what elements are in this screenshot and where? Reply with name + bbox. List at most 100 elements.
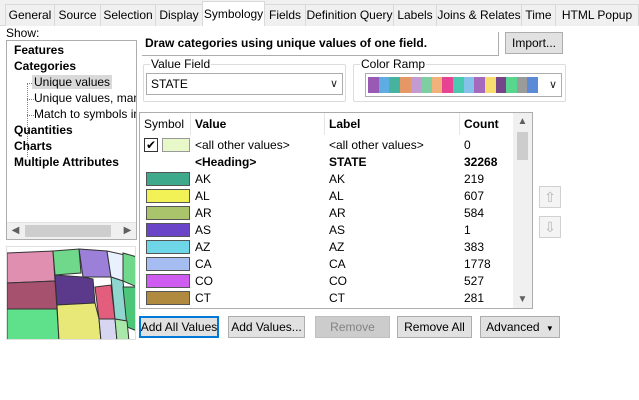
color-ramp-swatch: [495, 77, 507, 93]
value-field-dropdown[interactable]: STATE ∨: [146, 73, 343, 95]
move-down-button[interactable]: ⇩: [539, 216, 561, 238]
symbol-swatch[interactable]: [162, 138, 190, 152]
row-label: AR: [329, 206, 346, 220]
tab-fields[interactable]: Fields: [264, 4, 306, 26]
tree-connector: [27, 115, 34, 116]
advanced-label: Advanced: [486, 320, 540, 334]
column-header-count[interactable]: Count: [460, 113, 512, 135]
row-value: AL: [195, 189, 210, 203]
tab-html-popup[interactable]: HTML Popup: [555, 4, 639, 26]
tree-item-match-to-symbols[interactable]: Match to symbols in a: [34, 107, 136, 121]
color-ramp-swatch: [421, 77, 433, 93]
table-vertical-scrollbar[interactable]: ▲ ▼: [513, 113, 532, 308]
tree-horizontal-scrollbar[interactable]: ◀ ▶: [7, 222, 136, 239]
renderer-tree[interactable]: Features Categories Unique values Unique…: [6, 40, 137, 240]
row-count: 1: [464, 223, 471, 237]
scroll-down-icon[interactable]: ▼: [513, 291, 532, 308]
color-ramp-swatch: [474, 77, 486, 93]
chevron-down-icon[interactable]: ∨: [330, 74, 338, 94]
symbol-swatch[interactable]: [146, 240, 190, 254]
color-ramp-swatch: [431, 77, 443, 93]
scrollbar-thumb[interactable]: [517, 132, 528, 160]
table-row[interactable]: <Heading> STATE 32268: [140, 154, 512, 171]
tab-display[interactable]: Display: [155, 4, 203, 26]
row-value: AZ: [195, 240, 211, 254]
scrollbar-thumb[interactable]: [25, 225, 111, 237]
values-table[interactable]: Symbol Value Label Count ✔ <all other val…: [139, 112, 533, 309]
scroll-left-icon[interactable]: ◀: [7, 223, 24, 239]
scroll-right-icon[interactable]: ▶: [119, 223, 136, 239]
tab-source[interactable]: Source: [54, 4, 101, 26]
renderer-preview-map: [6, 246, 136, 340]
arrow-up-icon: ⇧: [544, 189, 556, 205]
row-label: CO: [329, 274, 347, 288]
tree-item-unique-values-many[interactable]: Unique values, many: [34, 91, 136, 105]
symbol-swatch[interactable]: [146, 206, 190, 220]
arrow-down-icon: ⇩: [544, 219, 556, 235]
table-row[interactable]: CA CA 1778: [140, 256, 512, 273]
row-value: CT: [195, 291, 211, 305]
table-row[interactable]: AZ AZ 383: [140, 239, 512, 256]
tree-item-quantities[interactable]: Quantities: [14, 123, 73, 137]
color-ramp-swatch: [442, 77, 454, 93]
row-count: 527: [464, 274, 485, 288]
show-label: Show:: [6, 26, 40, 40]
color-ramp-swatch: [463, 77, 475, 93]
add-all-values-button[interactable]: Add All Values: [139, 316, 219, 338]
symbol-swatch[interactable]: [146, 189, 190, 203]
tree-item-unique-values[interactable]: Unique values: [32, 75, 113, 89]
tab-joins-relates[interactable]: Joins & Relates: [436, 4, 522, 26]
tree-item-features[interactable]: Features: [14, 43, 64, 57]
tab-general[interactable]: General: [5, 4, 55, 26]
symbol-swatch[interactable]: [146, 223, 190, 237]
row-label: AK: [329, 172, 346, 186]
import-button[interactable]: Import...: [505, 32, 563, 54]
symbol-swatch[interactable]: [146, 274, 190, 288]
symbol-swatch[interactable]: [146, 291, 190, 305]
color-ramp-swatch: [453, 77, 464, 93]
tab-labels[interactable]: Labels: [393, 4, 437, 26]
row-count: 607: [464, 189, 485, 203]
row-label: STATE: [329, 155, 367, 169]
color-ramp-dropdown[interactable]: ∨: [365, 73, 562, 97]
row-label: CA: [329, 257, 346, 271]
move-up-button[interactable]: ⇧: [539, 186, 561, 208]
remove-all-button[interactable]: Remove All: [397, 316, 472, 338]
checkbox-icon[interactable]: ✔: [144, 138, 158, 152]
row-value: AR: [195, 206, 212, 220]
scroll-up-icon[interactable]: ▲: [513, 113, 532, 130]
map-preview-image: [7, 247, 135, 339]
color-ramp-swatch: [399, 77, 411, 93]
row-count: 219: [464, 172, 485, 186]
color-ramp-swatch: [484, 77, 496, 93]
table-row[interactable]: AR AR 584: [140, 205, 512, 222]
row-value: CA: [195, 257, 212, 271]
tab-definition-query[interactable]: Definition Query: [305, 4, 394, 26]
symbol-swatch[interactable]: [146, 257, 190, 271]
column-header-label[interactable]: Label: [325, 113, 460, 135]
tab-time[interactable]: Time: [521, 4, 556, 26]
color-ramp-swatch: [506, 77, 518, 93]
row-label: CT: [329, 291, 345, 305]
add-values-button[interactable]: Add Values...: [228, 316, 305, 338]
remove-button[interactable]: Remove: [315, 316, 390, 338]
column-header-symbol[interactable]: Symbol: [140, 113, 191, 135]
column-header-value[interactable]: Value: [191, 113, 325, 135]
table-row[interactable]: AL AL 607: [140, 188, 512, 205]
advanced-button[interactable]: Advanced ▼: [480, 316, 560, 338]
tree-connector: [27, 99, 34, 100]
symbol-swatch[interactable]: [146, 172, 190, 186]
chevron-down-icon[interactable]: ∨: [549, 75, 557, 95]
table-row[interactable]: ✔ <all other values> <all other values> 0: [140, 137, 512, 154]
tab-selection[interactable]: Selection: [100, 4, 156, 26]
color-ramp-preview: [368, 74, 539, 96]
tree-item-multiple-attributes[interactable]: Multiple Attributes: [14, 155, 119, 169]
tree-item-categories[interactable]: Categories: [14, 59, 76, 73]
table-row[interactable]: CO CO 527: [140, 273, 512, 290]
value-field-label: Value Field: [150, 57, 212, 71]
table-row[interactable]: AK AK 219: [140, 171, 512, 188]
tab-symbology[interactable]: Symbology: [202, 1, 265, 26]
table-row[interactable]: CT CT 281: [140, 290, 512, 307]
table-row[interactable]: AS AS 1: [140, 222, 512, 239]
tree-item-charts[interactable]: Charts: [14, 139, 52, 153]
